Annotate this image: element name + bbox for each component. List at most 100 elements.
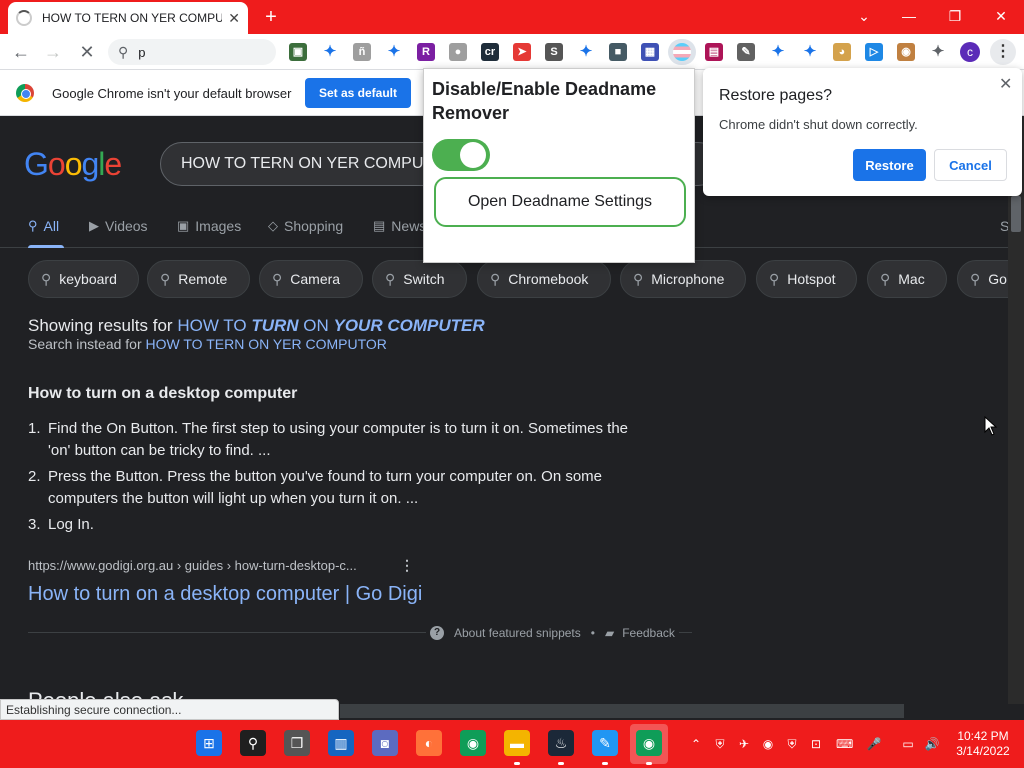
chip-hotspot[interactable]: ⚲ Hotspot [756,260,857,298]
extension-puzzle-icon[interactable]: ✦ [321,43,339,61]
chat-icon[interactable]: ◙ [372,730,398,756]
extension-icon[interactable]: ◉ [897,43,915,61]
tab-search-dropdown-icon[interactable]: ⌄ [850,4,878,28]
tab-shopping[interactable]: ◇ Shopping [268,218,343,234]
list-item: 2. Press the Button. Press the button you… [28,468,603,507]
address-input[interactable] [138,44,259,60]
open-settings-button[interactable]: Open Deadname Settings [434,177,686,227]
original-query-link[interactable]: HOW TO TERN ON YER COMPUTOR [146,336,387,352]
close-icon[interactable]: ✕ [999,74,1012,94]
chrome-icon[interactable]: ◉ [460,730,486,756]
meet-icon[interactable]: ⊡ [808,736,824,752]
result-url[interactable]: https://www.godigi.org.au › guides › how… [28,558,357,573]
extension-icon[interactable]: cr [481,43,499,61]
chip-label: Chromebook [508,271,589,287]
running-indicator [646,762,652,765]
security-icon[interactable]: ⛨ [784,736,800,752]
tab-videos[interactable]: ▶ Videos [89,218,148,234]
separator: • [590,626,595,640]
extension-icon[interactable]: S [545,43,563,61]
task-view-icon[interactable]: ❒ [284,730,310,756]
search-query[interactable]: HOW TO TERN ON YER COMPUTOR [181,155,457,173]
extension-icon[interactable]: ñ [353,43,371,61]
minimize-button[interactable]: — [895,4,923,28]
steam-tray-icon[interactable]: ✈ [736,736,752,752]
browser-tab[interactable]: HOW TO TERN ON YER COMPUTOR ✕ [8,2,248,34]
extension-puzzle-icon[interactable]: ✦ [577,43,595,61]
extension-icon[interactable]: ➤ [513,43,531,61]
tab-images[interactable]: ▣ Images [177,218,241,234]
chrome-tray-icon[interactable]: ◉ [760,736,776,752]
chip-switch[interactable]: ⚲ Switch [372,260,467,298]
restore-button[interactable]: Restore [853,149,926,181]
search-icon[interactable]: ⚲ [240,730,266,756]
keyboard-icon[interactable]: ⌨ [836,736,853,752]
google-logo[interactable]: Google [24,146,122,183]
extension-puzzle-icon[interactable]: ✦ [929,43,947,61]
set-as-default-button[interactable]: Set as default [305,78,411,108]
chip-camera[interactable]: ⚲ Camera [259,260,363,298]
search-icon: ⚲ [633,270,644,287]
restore-window-button[interactable]: ❐ [941,4,969,28]
show-hidden-icons[interactable]: ⌃ [688,736,704,752]
feedback-link[interactable]: Feedback [622,626,675,640]
chip-microphone[interactable]: ⚲ Microphone [620,260,746,298]
vertical-scrollbar[interactable] [1008,116,1024,704]
deadname-remover-extension-icon[interactable] [673,43,691,61]
featured-snippet-title: How to turn on a desktop computer [28,385,298,402]
tab-all[interactable]: ⚲ All [28,218,59,234]
chip-mac[interactable]: ⚲ Mac [867,260,947,298]
dialog-message: Chrome didn't shut down correctly. [719,117,918,132]
extension-icon[interactable]: ▷ [865,43,883,61]
extension-puzzle-icon[interactable]: ✦ [801,43,819,61]
chrome-active-icon[interactable]: ◉ [636,730,662,756]
address-bar[interactable]: ⚲ [108,39,276,65]
display-icon[interactable]: ▭ [900,736,916,752]
firefox-icon[interactable]: ◐ [416,730,442,756]
forward-button[interactable]: → [42,41,64,63]
volume-icon[interactable]: 🔊 [924,736,940,752]
horizontal-scrollbar[interactable] [340,704,904,718]
search-icon: ⚲ [970,270,981,287]
new-tab-button[interactable]: + [260,6,282,28]
chrome-menu-icon[interactable]: ⋮ [990,39,1016,65]
widgets-icon[interactable]: ▥ [328,730,354,756]
chip-remote[interactable]: ⚲ Remote [147,260,250,298]
steam-icon[interactable]: ♨ [548,730,574,756]
windows-start-icon[interactable]: ⊞ [196,730,222,756]
extension-icon[interactable]: ▦ [641,43,659,61]
extension-puzzle-icon[interactable]: ✦ [769,43,787,61]
corrected-query-link[interactable]: HOW TO TURN ON YOUR COMPUTER [177,316,484,335]
scrollbar-thumb[interactable] [1011,196,1021,232]
chip-chromebook[interactable]: ⚲ Chromebook [477,260,611,298]
extension-icon[interactable]: ● [449,43,467,61]
extension-puzzle-icon[interactable]: ✦ [385,43,403,61]
extension-icon[interactable]: ▤ [705,43,723,61]
notepad-icon[interactable]: ✎ [592,730,618,756]
close-window-button[interactable]: ✕ [987,4,1015,28]
result-title-link[interactable]: How to turn on a desktop computer | Go D… [28,583,422,606]
file-explorer-icon[interactable]: ▬ [504,730,530,756]
result-menu-icon[interactable]: ⋮ [400,557,414,574]
extension-icon[interactable]: ◕ [833,43,851,61]
back-button[interactable]: ← [10,41,32,63]
chrome-logo-icon [16,84,34,102]
about-snippets-link[interactable]: About featured snippets [454,626,581,640]
extension-icon[interactable]: ✎ [737,43,755,61]
profile-avatar[interactable]: c [960,42,980,62]
defender-icon[interactable]: ⛨ [712,736,728,752]
microphone-icon[interactable]: 🎤 [866,736,882,752]
snippet-steps: 1. Find the On Button. The first step to … [28,418,648,540]
extension-icon[interactable]: ■ [609,43,627,61]
chip-keyboard[interactable]: ⚲ keyboard [28,260,139,298]
enable-toggle[interactable] [432,139,490,171]
tab-news[interactable]: ▤ News [373,218,426,234]
stop-loading-button[interactable]: ✕ [76,41,98,63]
clock[interactable]: 10:42 PM 3/14/2022 [948,729,1018,759]
extension-icon[interactable]: ▣ [289,43,307,61]
extension-icon[interactable]: R [417,43,435,61]
running-indicator [558,762,564,765]
tab-label: All [43,218,60,234]
cancel-button[interactable]: Cancel [934,149,1007,181]
tab-close-icon[interactable]: ✕ [228,10,240,27]
